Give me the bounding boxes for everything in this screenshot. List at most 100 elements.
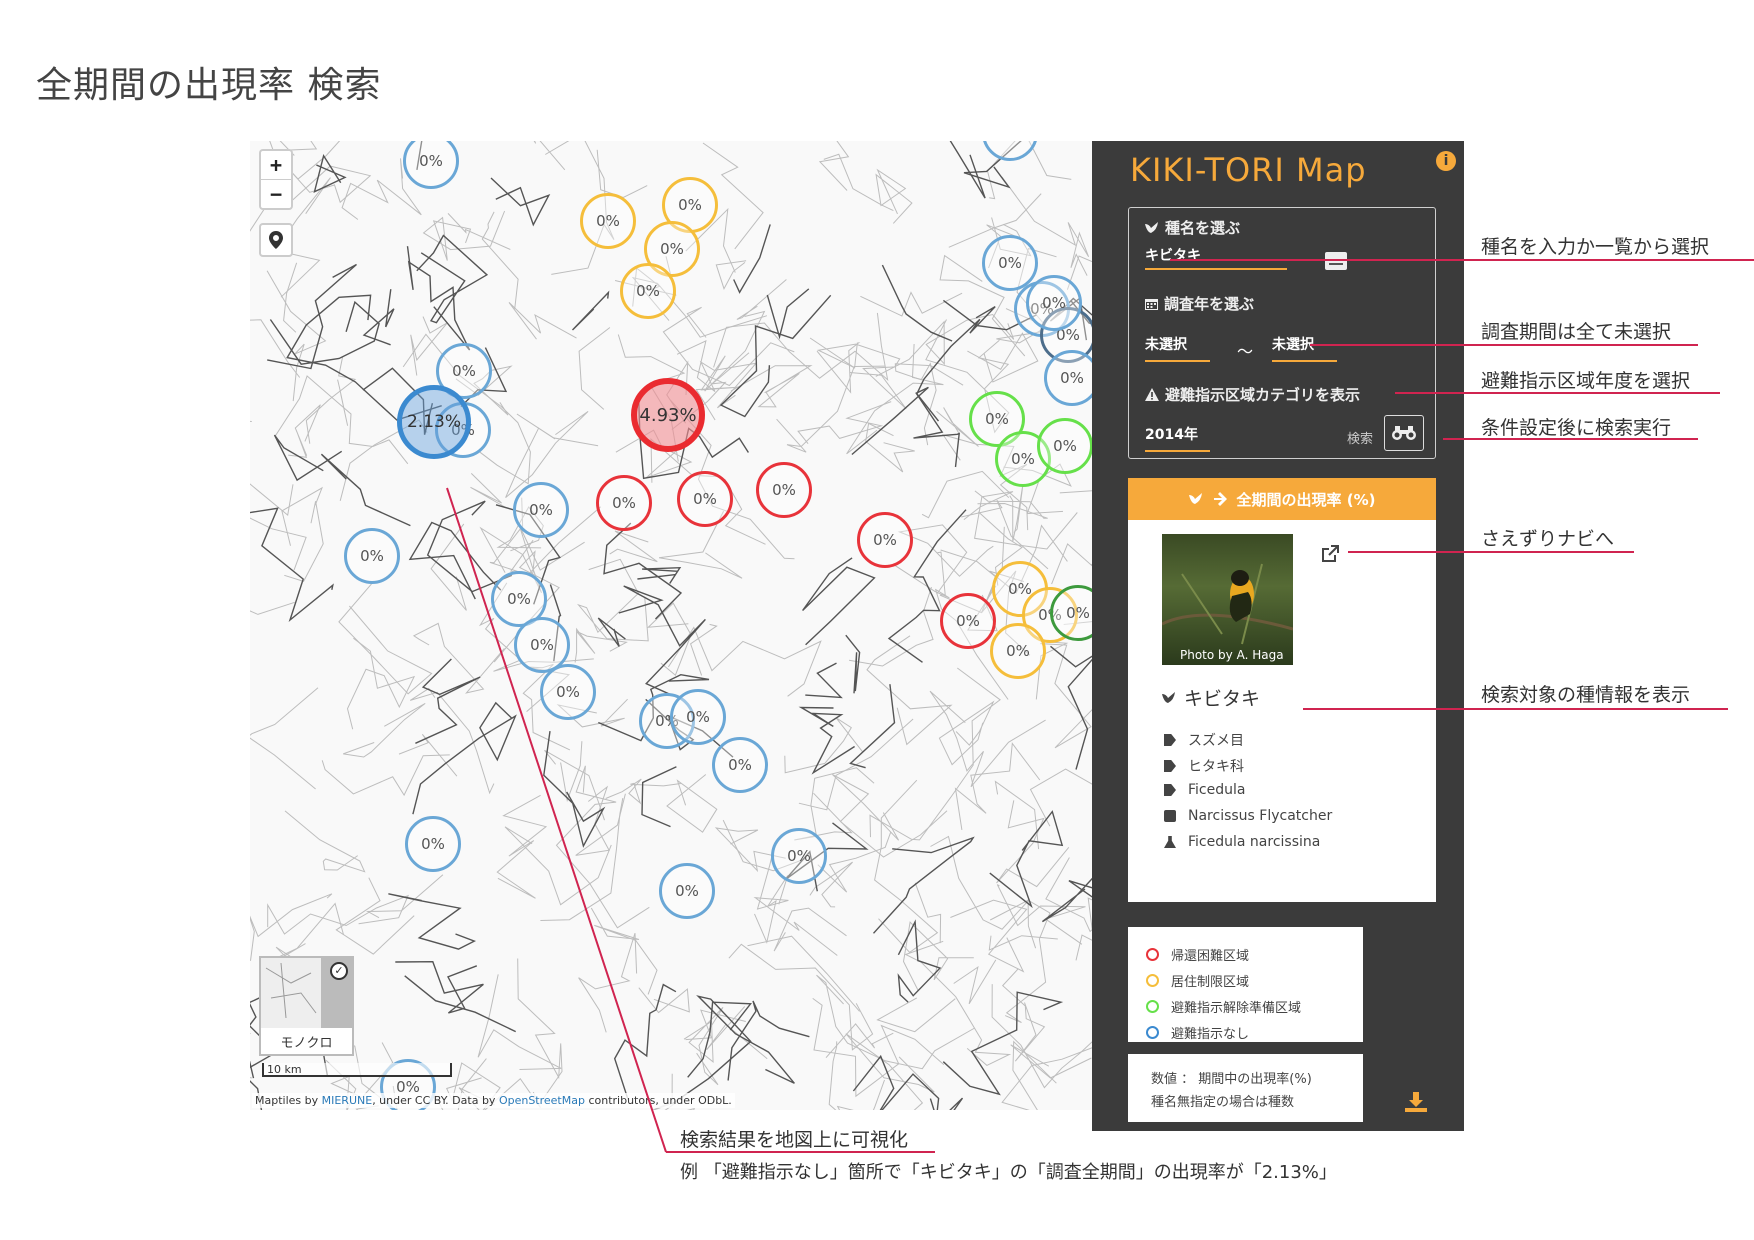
bird-icon (1162, 691, 1175, 703)
year-label: 調査年を選ぶ (1145, 293, 1254, 314)
species-info-card: Photo by A. Haga キビタキ スズメ目 ヒタキ科 Ficedula Na… (1128, 520, 1436, 902)
locate-button[interactable] (259, 223, 293, 257)
species-name-text: キビタキ (1184, 688, 1261, 710)
taxonomy-item: Ficedula (1164, 782, 1245, 798)
taxonomy-item: Narcissus Flycatcher (1164, 808, 1332, 824)
taxonomy-item: Ficedula narcissina (1164, 834, 1320, 850)
translate-icon (1164, 810, 1176, 822)
map-marker[interactable]: 0% (344, 528, 400, 584)
map-marker[interactable]: 0% (940, 593, 996, 649)
legend-label: 避難指示なし (1171, 1027, 1250, 1042)
map-marker[interactable]: 0% (620, 263, 676, 319)
legend-ring-icon (1146, 974, 1159, 987)
map-marker[interactable]: 4.93% (631, 378, 705, 452)
year-range-tilde: 〜 (1237, 342, 1254, 361)
mierune-link[interactable]: MIERUNE (322, 1094, 373, 1107)
attrib-prefix: Maptiles by (255, 1094, 322, 1107)
photo-credit: Photo by A. Haga (1180, 648, 1284, 662)
zone-year-underline (1145, 450, 1210, 452)
taxonomy-item: スズメ目 (1164, 730, 1244, 750)
year-to-select[interactable]: 未選択 (1272, 334, 1314, 354)
species-list-icon[interactable] (1325, 252, 1347, 270)
attrib-mid: , under CC BY. Data by (372, 1094, 499, 1107)
bird-icon (1188, 493, 1202, 504)
scale-bar: 10 km (262, 1063, 452, 1077)
annotation-search: 条件設定後に検索実行 (1481, 417, 1672, 439)
map-marker[interactable]: 0% (659, 863, 715, 919)
map-marker[interactable]: 0% (857, 512, 913, 568)
download-button[interactable] (1405, 1092, 1427, 1116)
info-icon[interactable]: i (1436, 151, 1456, 171)
rate-header-text: 全期間の出現率 (%) (1236, 490, 1376, 509)
zone-year-select[interactable]: 2014年 (1145, 424, 1198, 444)
taxonomy-value: スズメ目 (1188, 733, 1244, 749)
bird-photo-illustration (1162, 563, 1293, 645)
calendar-icon (1145, 299, 1158, 310)
legend-label: 避難指示解除準備区域 (1171, 1001, 1302, 1016)
map-marker[interactable]: 0% (513, 482, 569, 538)
map-marker[interactable]: 2.13% (397, 385, 471, 459)
map-marker[interactable]: 0% (580, 193, 636, 249)
attrib-suffix: contributors, under ODbL. (584, 1094, 732, 1107)
year-from-select[interactable]: 未選択 (1145, 334, 1187, 354)
value-note: 数値 ： 期間中の出現率(%) 種名無指定の場合は種数 (1128, 1054, 1363, 1122)
arrow-right-icon (1213, 492, 1227, 506)
map-marker[interactable]: 0% (990, 623, 1046, 679)
species-input[interactable]: キビタキ (1145, 245, 1201, 265)
map-marker[interactable]: 0% (670, 689, 726, 745)
zoom-control: + − (259, 149, 293, 210)
map-marker[interactable]: 0% (596, 475, 652, 531)
external-link-button[interactable] (1320, 544, 1340, 568)
osm-link[interactable]: OpenStreetMap (499, 1094, 585, 1107)
year-from-underline (1145, 360, 1210, 362)
map-marker[interactable]: 0% (771, 828, 827, 884)
map-marker[interactable]: 0% (1026, 275, 1082, 331)
species-label: 種名を選ぶ (1145, 217, 1240, 238)
legend-item: 避難指示解除準備区域 (1146, 997, 1301, 1016)
map-marker[interactable]: 0% (712, 737, 768, 793)
legend-ring-icon (1146, 948, 1159, 961)
binoculars-icon (1392, 426, 1416, 440)
tag-icon (1164, 784, 1176, 796)
zoom-in-button[interactable]: + (261, 151, 291, 180)
download-icon (1405, 1092, 1427, 1112)
zoom-out-button[interactable]: − (261, 180, 291, 208)
map-attribution: Maptiles by MIERUNE, under CC BY. Data b… (252, 1093, 735, 1108)
note-line-1: 数値 ： 期間中の出現率(%) (1151, 1072, 1312, 1087)
map-marker[interactable]: 0% (1037, 418, 1092, 474)
legend-ring-icon (1146, 1000, 1159, 1013)
basemap-switcher[interactable]: ✓ モノクロ (259, 956, 354, 1056)
legend-item: 居住制限区域 (1146, 971, 1249, 990)
year-label-text: 調査年を選ぶ (1164, 295, 1255, 313)
annotation-bottom-example: 例 「避難指示なし」箇所で「キビタキ」の「調査全期間」の出現率が「2.13%」 (680, 1162, 1337, 1183)
map-marker[interactable]: 0% (677, 471, 733, 527)
annotation-species-info: 検索対象の種情報を表示 (1481, 684, 1691, 706)
external-link-icon (1322, 545, 1339, 562)
map-marker[interactable]: 0% (405, 816, 461, 872)
species-photo: Photo by A. Haga (1162, 534, 1293, 665)
page-title: 全期間の出現率 検索 (36, 65, 382, 106)
legend-item: 避難指示なし (1146, 1023, 1249, 1042)
search-label: 検索 (1347, 432, 1374, 447)
rate-header: 全期間の出現率 (%) (1128, 478, 1436, 520)
legend-item: 帰還困難区域 (1146, 945, 1249, 964)
search-button[interactable] (1384, 415, 1424, 451)
annotation-bottom-title: 検索結果を地図上に可視化 (680, 1129, 909, 1151)
app-title: KIKI-TORI Map (1130, 151, 1367, 189)
annotation-zone-year: 避難指示区域年度を選択 (1481, 370, 1691, 392)
map-marker[interactable]: 0% (540, 664, 596, 720)
note-line-2: 種名無指定の場合は種数 (1151, 1095, 1295, 1110)
tag-icon (1164, 760, 1176, 772)
map-marker[interactable]: 0% (756, 462, 812, 518)
map-view[interactable]: 0% 0% 0% 0% 0% 0% 0% 0% 0% 0% 0% 0% 0% 2.13% 4.93% 0% 0%… (250, 141, 1092, 1110)
annotation-period: 調査期間は全て未選択 (1481, 321, 1672, 343)
search-form: 種名を選ぶ キビタキ 調査年を選ぶ 未選択 〜 未選択 避難指示区域カテゴリを表… (1128, 207, 1436, 459)
checkmark-icon: ✓ (330, 962, 348, 980)
zone-label: 避難指示区域カテゴリを表示 (1145, 384, 1360, 405)
legend-label: 居住制限区域 (1171, 975, 1250, 990)
legend-ring-icon (1146, 1026, 1159, 1039)
bird-icon (1145, 221, 1158, 233)
flask-icon (1164, 836, 1176, 848)
map-marker[interactable]: 0% (1044, 350, 1092, 406)
tag-icon (1164, 734, 1176, 746)
